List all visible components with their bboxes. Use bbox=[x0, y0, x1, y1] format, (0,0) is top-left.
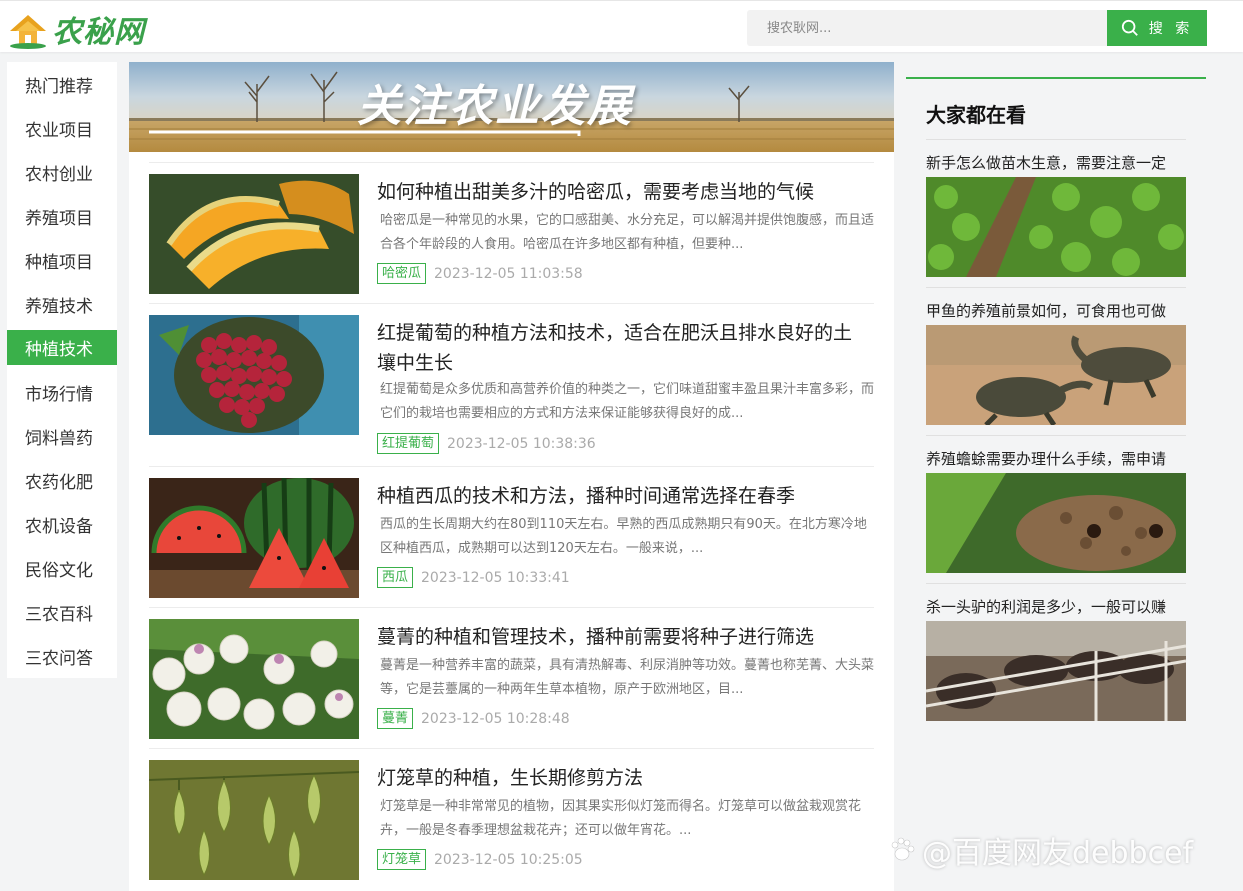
popular-item-title[interactable]: 甲鱼的养殖前景如何，可食用也可做 bbox=[926, 288, 1186, 325]
article-list: 关注农业发展 如何种植出甜美多汁的哈密瓜，需要考虑当地的气候 哈密瓜是一种常见的… bbox=[129, 62, 894, 891]
red-grape-image[interactable] bbox=[149, 315, 359, 435]
popular-panel: 大家都在看 新手怎么做苗木生意，需要注意一定 甲鱼的养殖前景如何，可食用也可做 bbox=[906, 77, 1206, 891]
article-meta: 西瓜 2023-12-05 10:33:41 bbox=[377, 567, 570, 588]
article-item[interactable]: 红提葡萄的种植方法和技术，适合在肥沃且排水良好的土壤中生长 红提葡萄是众多优质和… bbox=[149, 303, 874, 466]
sidebar-item-market[interactable]: 市场行情 bbox=[7, 370, 117, 414]
article-date: 2023-12-05 10:38:36 bbox=[447, 435, 596, 452]
popular-header: 大家都在看 bbox=[906, 77, 1206, 139]
popular-item-title[interactable]: 养殖蟾蜍需要办理什么手续，需申请 bbox=[926, 436, 1186, 473]
article-item[interactable]: 如何种植出甜美多汁的哈密瓜，需要考虑当地的气候 哈密瓜是一种常见的水果，它的口感… bbox=[149, 162, 874, 303]
article-title[interactable]: 灯笼草的种植，生长期修剪方法 bbox=[377, 763, 867, 793]
article-title[interactable]: 如何种植出甜美多汁的哈密瓜，需要考虑当地的气候 bbox=[377, 177, 867, 207]
popular-item-title[interactable]: 新手怎么做苗木生意，需要注意一定 bbox=[926, 140, 1186, 177]
search-button-label: 搜 索 bbox=[1148, 21, 1194, 37]
popular-item-title[interactable]: 杀一头驴的利润是多少，一般可以赚 bbox=[926, 584, 1186, 621]
paw-icon bbox=[891, 837, 915, 861]
search-button[interactable]: 搜 索 bbox=[1107, 10, 1207, 46]
article-tag[interactable]: 哈密瓜 bbox=[377, 263, 427, 284]
watermark-text: @百度网友debbcef bbox=[922, 836, 1194, 871]
article-desc: 西瓜的生长周期大约在80到110天左右。早熟的西瓜成熟期只有90天。在北方寒冷地… bbox=[380, 517, 867, 556]
popular-item[interactable]: 养殖蟾蜍需要办理什么手续，需申请 bbox=[926, 435, 1186, 573]
popular-item[interactable]: 新手怎么做苗木生意，需要注意一定 bbox=[926, 139, 1186, 277]
category-sidebar: 热门推荐 农业项目 农村创业 养殖项目 种植项目 养殖技术 种植技术 市场行情 … bbox=[7, 62, 117, 678]
article-desc: 蔓菁是一种营养丰富的蔬菜，具有清热解毒、利尿消肿等功效。蔓菁也称芜菁、大头菜等，… bbox=[380, 658, 875, 697]
watermelon-image[interactable] bbox=[149, 478, 359, 598]
article-desc: 哈密瓜是一种常见的水果，它的口感甜美、水分充足，可以解渴并提供饱腹感，而且适合各… bbox=[380, 213, 875, 252]
article-item[interactable]: 蔓菁的种植和管理技术，播种前需要将种子进行筛选 蔓菁是一种营养丰富的蔬菜，具有清… bbox=[149, 607, 874, 748]
sidebar-item-pesticide-fertilizer[interactable]: 农药化肥 bbox=[7, 458, 117, 502]
banner[interactable]: 关注农业发展 bbox=[129, 62, 894, 152]
site-logo[interactable]: 农秘网 bbox=[8, 7, 145, 51]
toad-image[interactable] bbox=[926, 473, 1186, 573]
article-item[interactable]: 灯笼草的种植，生长期修剪方法 灯笼草是一种非常常见的植物，因其果实形似灯笼而得名… bbox=[149, 748, 874, 891]
article-date: 2023-12-05 10:33:41 bbox=[421, 569, 570, 586]
sidebar-item-rural-startup[interactable]: 农村创业 bbox=[7, 150, 117, 194]
logo-icon bbox=[8, 9, 48, 49]
article-tag[interactable]: 西瓜 bbox=[377, 567, 414, 588]
top-bar: 农秘网 搜 索 bbox=[0, 0, 1243, 52]
sidebar-item-planting-tech[interactable]: 种植技术 bbox=[7, 330, 117, 365]
search-icon bbox=[1121, 19, 1138, 36]
sidebar-item-feed-vet[interactable]: 饲料兽药 bbox=[7, 414, 117, 458]
article-tag[interactable]: 蔓菁 bbox=[377, 708, 414, 729]
article-meta: 红提葡萄 2023-12-05 10:38:36 bbox=[377, 433, 596, 454]
search-input[interactable] bbox=[747, 10, 1107, 46]
sidebar-item-folk-culture[interactable]: 民俗文化 bbox=[7, 546, 117, 590]
sidebar-item-encyclopedia[interactable]: 三农百科 bbox=[7, 590, 117, 634]
article-tag[interactable]: 灯笼草 bbox=[377, 849, 427, 870]
article-tag[interactable]: 红提葡萄 bbox=[377, 433, 440, 454]
popular-item[interactable]: 杀一头驴的利润是多少，一般可以赚 bbox=[926, 583, 1186, 721]
article-title[interactable]: 蔓菁的种植和管理技术，播种前需要将种子进行筛选 bbox=[377, 622, 867, 652]
turnip-image[interactable] bbox=[149, 619, 359, 739]
sidebar-item-machinery[interactable]: 农机设备 bbox=[7, 502, 117, 546]
sidebar-item-breeding-tech[interactable]: 养殖技术 bbox=[7, 282, 117, 326]
seedlings-image[interactable] bbox=[926, 177, 1186, 277]
article-date: 2023-12-05 10:28:48 bbox=[421, 710, 570, 727]
popular-title: 大家都在看 bbox=[926, 103, 1026, 127]
article-title[interactable]: 红提葡萄的种植方法和技术，适合在肥沃且排水良好的土壤中生长 bbox=[377, 318, 867, 378]
watermark: @百度网友debbcef bbox=[888, 828, 1193, 872]
sidebar-item-breeding-projects[interactable]: 养殖项目 bbox=[7, 194, 117, 238]
article-item[interactable]: 种植西瓜的技术和方法，播种时间通常选择在春季 西瓜的生长周期大约在80到110天… bbox=[149, 466, 874, 607]
sidebar-item-planting-projects[interactable]: 种植项目 bbox=[7, 238, 117, 282]
article-meta: 蔓菁 2023-12-05 10:28:48 bbox=[377, 708, 570, 729]
sidebar-item-hot[interactable]: 热门推荐 bbox=[7, 62, 117, 106]
article-meta: 灯笼草 2023-12-05 10:25:05 bbox=[377, 849, 583, 870]
article-title[interactable]: 种植西瓜的技术和方法，播种时间通常选择在春季 bbox=[377, 481, 867, 511]
article-date: 2023-12-05 11:03:58 bbox=[434, 265, 583, 282]
logo-text: 农秘网 bbox=[52, 15, 145, 50]
popular-item[interactable]: 甲鱼的养殖前景如何，可食用也可做 bbox=[926, 287, 1186, 425]
article-desc: 红提葡萄是众多优质和高营养价值的种类之一，它们味道甜蜜丰盈且果汁丰富多彩，而它们… bbox=[380, 382, 875, 421]
sidebar-item-qa[interactable]: 三农问答 bbox=[7, 634, 117, 678]
article-meta: 哈密瓜 2023-12-05 11:03:58 bbox=[377, 263, 583, 284]
physalis-image[interactable] bbox=[149, 760, 359, 880]
article-desc: 灯笼草是一种非常常见的植物，因其果实形似灯笼而得名。灯笼草可以做盆栽观赏花卉，一… bbox=[380, 799, 862, 838]
banner-title: 关注农业发展 bbox=[357, 81, 633, 132]
donkey-image[interactable] bbox=[926, 621, 1186, 721]
article-date: 2023-12-05 10:25:05 bbox=[434, 851, 583, 868]
softshell-turtle-image[interactable] bbox=[926, 325, 1186, 425]
cantaloupe-image[interactable] bbox=[149, 174, 359, 294]
sidebar-item-agri-projects[interactable]: 农业项目 bbox=[7, 106, 117, 150]
